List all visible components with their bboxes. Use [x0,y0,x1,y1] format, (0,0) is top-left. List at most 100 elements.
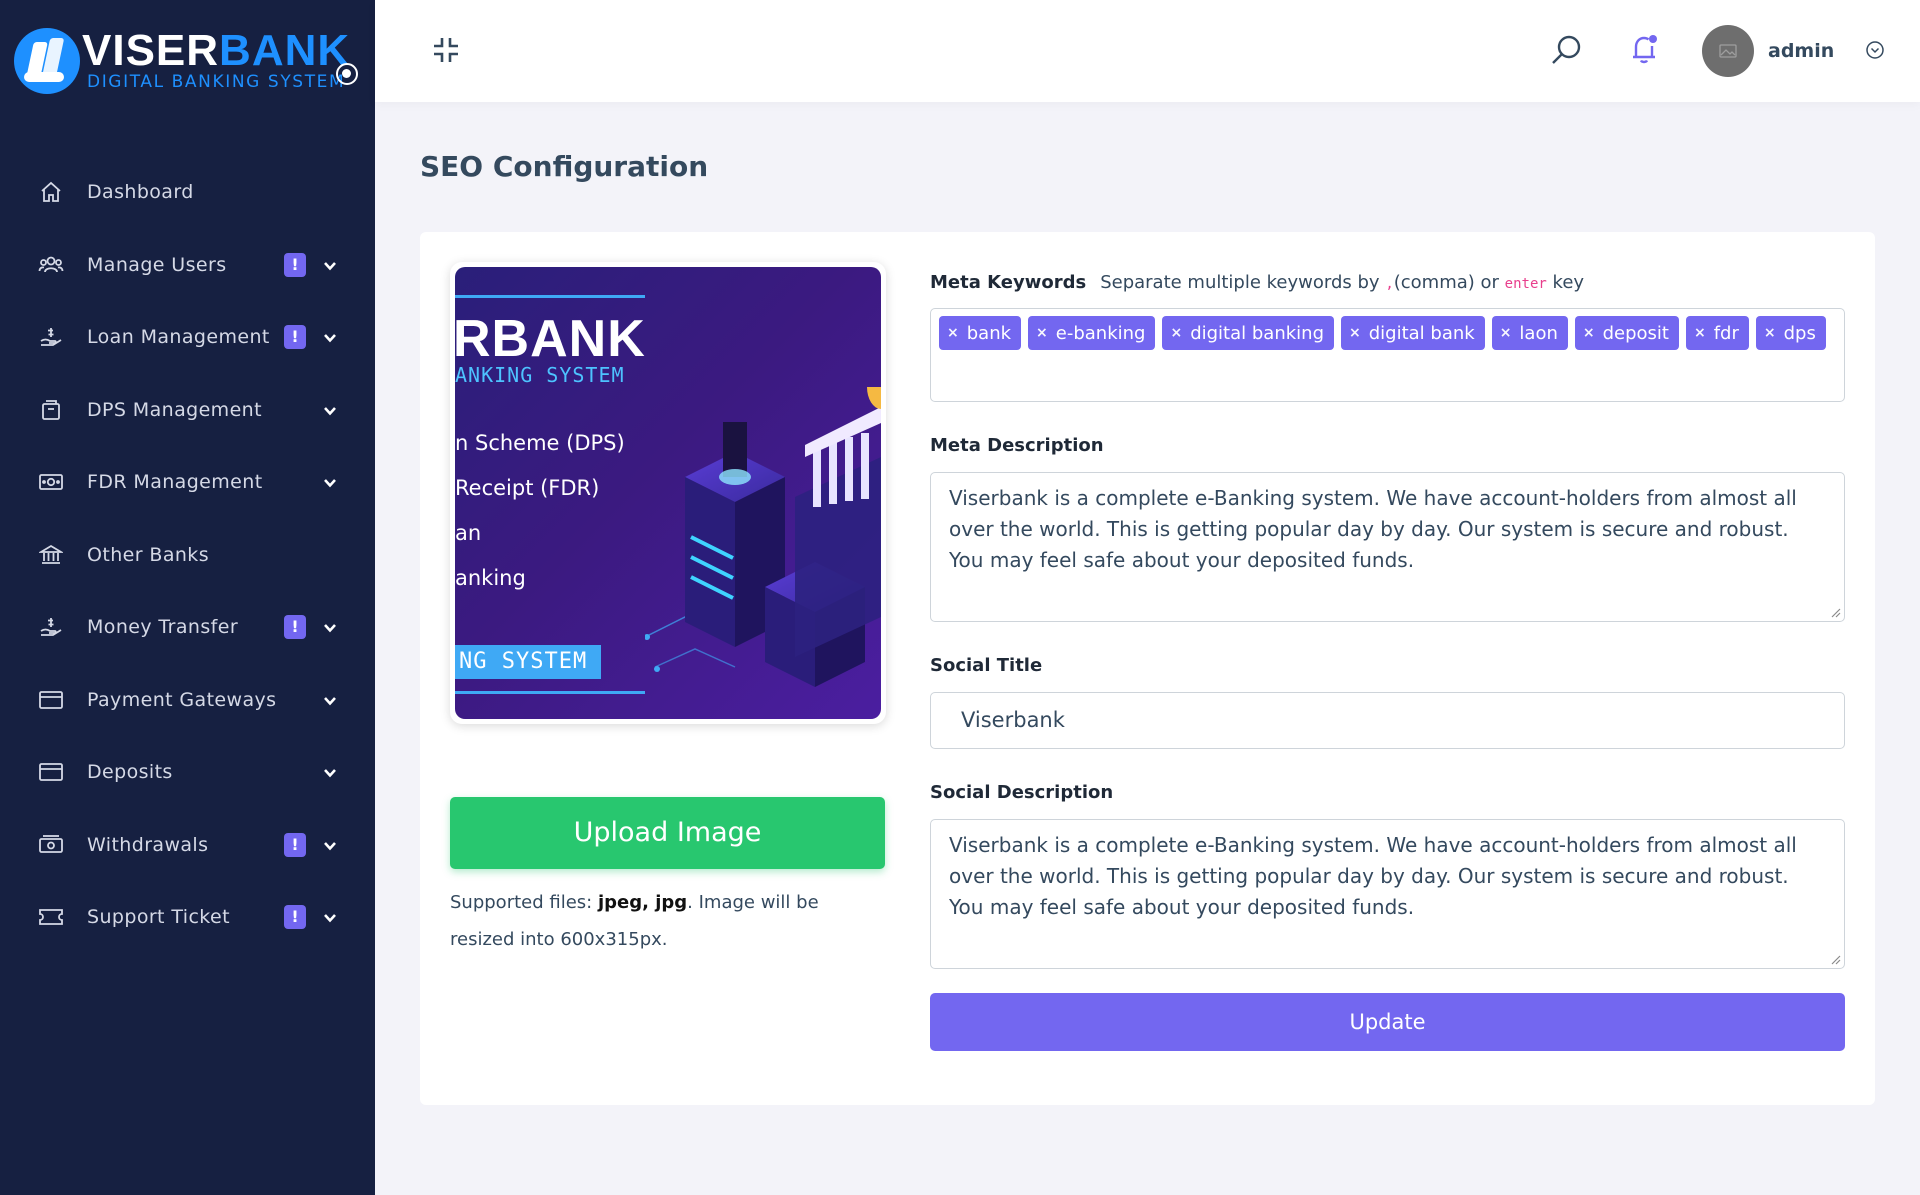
brand-name: VISERBANK [82,26,351,75]
sidebar-item-support-ticket[interactable]: Support Ticket ! [0,881,375,954]
brand-logo[interactable]: VISERBANK DIGITAL BANKING SYSTEM [14,26,364,96]
remove-tag-icon[interactable]: × [1583,325,1595,341]
alert-badge: ! [284,615,306,639]
sidebar-item-label: Money Transfer [87,616,239,639]
remove-tag-icon[interactable]: × [1694,325,1706,341]
chevron-down-icon [324,261,336,270]
sidebar-item-dashboard[interactable]: Dashboard [0,156,375,229]
meta-description-textarea[interactable]: Viserbank is a complete e-Banking system… [930,472,1845,622]
chevron-down-icon [324,769,336,778]
sidebar-item-label: Manage Users [87,253,227,276]
isometric-bank-illustration [645,387,881,687]
sidebar-item-payment-gateways[interactable]: Payment Gateways [0,664,375,737]
chevron-down-icon [324,696,336,705]
keyword-tag[interactable]: × fdr [1685,316,1749,350]
bell-icon[interactable] [1628,32,1662,66]
remove-tag-icon[interactable]: × [1036,325,1048,341]
card-icon [38,759,64,785]
transfer-icon [38,614,64,640]
preview-subtitle: ANKING SYSTEM [455,363,625,387]
remove-tag-icon[interactable]: × [1500,325,1512,341]
sidebar-item-label: Payment Gateways [87,688,277,711]
remove-tag-icon[interactable]: × [947,325,959,341]
sidebar-item-label: Deposits [87,761,173,784]
update-button[interactable]: Update [930,993,1845,1051]
chevron-down-icon [324,841,336,850]
seo-image-preview: RBANK ANKING SYSTEM n Scheme (DPS) Recei… [450,262,886,724]
card-icon [38,687,64,713]
meta-keywords-input[interactable]: × bank × e-banking × digital banking × digit… [930,308,1845,402]
chevron-down-icon [324,479,336,488]
preview-title: RBANK [455,310,646,368]
sidebar-item-fdr-management[interactable]: FDR Management [0,446,375,519]
sidebar-toggle-icon[interactable] [336,63,358,85]
social-description-label: Social Description [930,782,1114,803]
preview-image: RBANK ANKING SYSTEM n Scheme (DPS) Recei… [455,267,881,719]
alert-badge: ! [284,325,306,349]
sidebar-item-label: Loan Management [87,326,270,349]
keyword-tag[interactable]: × digital bank [1341,316,1485,350]
preview-item: an [455,521,482,545]
admin-name[interactable]: admin [1768,40,1834,62]
preview-item: anking [455,566,526,590]
home-icon [38,179,64,205]
resize-handle-icon[interactable] [1829,953,1841,965]
topbar: admin [375,0,1920,102]
chevron-down-icon [324,624,336,633]
sidebar-nav: Dashboard Manage Users ! Loan Management… [0,156,375,954]
ticket-icon [38,904,64,930]
chevron-down-circle-icon[interactable] [1865,40,1885,60]
preview-item: Receipt (FDR) [455,476,600,500]
preview-item: n Scheme (DPS) [455,431,625,455]
sidebar-item-other-banks[interactable]: Other Banks [0,519,375,592]
sidebar-item-label: Dashboard [87,181,194,204]
sidebar-item-manage-users[interactable]: Manage Users ! [0,229,375,302]
seo-card: RBANK ANKING SYSTEM n Scheme (DPS) Recei… [420,232,1875,1105]
box-icon [38,397,64,423]
resize-handle-icon[interactable] [1829,606,1841,618]
alert-badge: ! [284,832,306,857]
keyword-tag[interactable]: × dps [1755,316,1826,350]
remove-tag-icon[interactable]: × [1764,325,1776,341]
meta-description-label: Meta Description [930,435,1104,456]
social-title-input[interactable]: Viserbank [930,692,1845,749]
sidebar-item-label: DPS Management [87,398,262,421]
keyword-tag[interactable]: × laon [1491,316,1568,350]
collapse-icon[interactable] [430,34,462,66]
keyword-tag[interactable]: × digital banking [1162,316,1334,350]
page-title: SEO Configuration [420,150,709,183]
social-description-textarea[interactable]: Viserbank is a complete e-Banking system… [930,819,1845,969]
alert-badge: ! [284,252,306,277]
chevron-down-icon [324,406,336,415]
search-icon[interactable] [1550,33,1584,67]
users-icon [38,252,64,278]
upload-image-button[interactable]: Upload Image [450,797,885,869]
avatar[interactable] [1702,25,1754,77]
logo-mark-icon [14,28,80,94]
preview-button: NG SYSTEM [455,645,601,679]
remove-tag-icon[interactable]: × [1349,325,1361,341]
keyword-tag[interactable]: × e-banking [1028,316,1156,350]
social-title-label: Social Title [930,655,1043,676]
meta-keywords-label: Meta Keywords Separate multiple keywords … [930,272,1585,293]
remove-tag-icon[interactable]: × [1170,325,1182,341]
hand-coin-icon [38,324,64,350]
sidebar-item-dps-management[interactable]: DPS Management [0,374,375,447]
keywords-hint: Separate multiple keywords by ,(comma) o… [1100,272,1585,293]
sidebar-item-deposits[interactable]: Deposits [0,736,375,809]
chevron-down-icon [324,914,336,923]
sidebar-item-label: Support Ticket [87,906,230,929]
chevron-down-icon [324,334,336,343]
sidebar-item-loan-management[interactable]: Loan Management ! [0,301,375,374]
sidebar-item-withdrawals[interactable]: Withdrawals ! [0,809,375,882]
money-icon [38,469,64,495]
bank-icon [38,542,64,568]
keyword-tag[interactable]: × deposit [1574,316,1679,350]
brand-tagline: DIGITAL BANKING SYSTEM [87,72,346,92]
sidebar: VISERBANK DIGITAL BANKING SYSTEM Dashboa… [0,0,375,1195]
alert-badge: ! [284,905,306,929]
cash-icon [38,832,64,858]
keyword-tag[interactable]: × bank [939,316,1022,350]
image-placeholder-icon [1719,44,1737,58]
sidebar-item-money-transfer[interactable]: Money Transfer ! [0,591,375,664]
